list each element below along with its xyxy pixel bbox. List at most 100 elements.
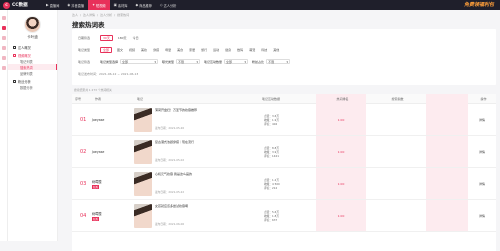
- filter-chip-30d[interactable]: 30天: [100, 35, 113, 41]
- select-note-type[interactable]: 笔记类型选择 全部 ▾: [100, 59, 159, 64]
- select-exposure[interactable]: 曝光类型 不限 ▾: [162, 59, 201, 64]
- row-index: 03: [80, 180, 87, 187]
- filter-chip[interactable]: 美食: [176, 48, 184, 53]
- user-icon[interactable]: [1, 36, 6, 40]
- filter-chip[interactable]: 数码: [236, 48, 244, 53]
- filter-chip-180d[interactable]: 180天: [117, 36, 128, 41]
- filter-chip[interactable]: 科技: [260, 48, 268, 53]
- select-box[interactable]: 不限 ▾: [176, 59, 201, 64]
- table-row[interactable]: 04 树莓酸 新秀 女孩就应该多尝试妆容啊 发布日期：2021-06-06 点赞：5…: [72, 200, 496, 232]
- detail-button[interactable]: 详情: [468, 214, 496, 218]
- select-interaction[interactable]: 笔记互动数量 全部 ▾: [204, 59, 249, 64]
- note-thumbnail[interactable]: [134, 139, 152, 164]
- filter-chip[interactable]: 萌宠: [248, 48, 256, 53]
- row-note[interactable]: 复古港式浓颜穿搭｜现在流行 发布日期：2021-05-02: [134, 139, 242, 164]
- diamond-icon: ◆: [135, 3, 139, 7]
- filter-label: 日期筛选: [78, 36, 91, 40]
- app-logo[interactable]: C CC数据: [0, 0, 42, 10]
- row-author[interactable]: 树莓酸 新秀: [92, 211, 134, 221]
- user-icon: [13, 45, 16, 49]
- topnav-material[interactable]: ▣ 素材库: [110, 0, 132, 10]
- detail-button[interactable]: 详情: [468, 182, 496, 186]
- header-search-index[interactable]: 搜索指数: [366, 97, 426, 101]
- table-row[interactable]: 02 Joeyase 复古港式浓颜穿搭｜现在流行 发布日期：2021-05-02 …: [72, 136, 496, 168]
- play-icon: ▶: [46, 3, 49, 7]
- filter-chip[interactable]: 其他: [272, 48, 280, 53]
- row-author[interactable]: Joeyase: [92, 118, 134, 122]
- stat-comments: 评论：212: [264, 185, 278, 190]
- author-name: Joeyase: [92, 149, 105, 154]
- icon-rail: [0, 10, 8, 241]
- breadcrumb-item[interactable]: 达人详情: [83, 13, 95, 17]
- filter-panel: 日期筛选 30天 180天 今日 笔记类型 全部 图文 视频 美妆 穿搭 母婴 …: [72, 29, 496, 85]
- sidebar-item-label: 视频概况: [18, 53, 31, 58]
- select-box[interactable]: 全部 ▾: [120, 59, 159, 64]
- select-box[interactable]: 不限 ▾: [266, 59, 291, 64]
- row-blank: [426, 168, 468, 199]
- list-icon[interactable]: [1, 46, 6, 50]
- row-note[interactable]: 女孩就应该多尝试妆容啊 发布日期：2021-06-06: [134, 203, 242, 228]
- author-tag: 新秀: [92, 184, 100, 189]
- row-index: 02: [80, 148, 87, 155]
- select-value: 全部: [122, 59, 129, 64]
- topnav-douyin[interactable]: ◉ 抖音直播: [63, 0, 88, 10]
- detail-button[interactable]: 详情: [468, 150, 496, 154]
- app-name: CC数据: [12, 3, 28, 8]
- detail-button[interactable]: 详情: [468, 118, 496, 122]
- author-name: 树莓酸: [92, 211, 102, 216]
- filter-chip[interactable]: 旅行: [200, 48, 208, 53]
- avatar[interactable]: [24, 16, 41, 33]
- table-row[interactable]: 03 树莓酸 新秀 心机元气妆容 我是这么画的 发布日期：2021-05-22 点赞…: [72, 168, 496, 200]
- table-row[interactable]: 01 Joeyase 薄荷开盘扫！万圣节的妆容推荐 发布日期：2021-05-26…: [72, 104, 496, 136]
- note-thumbnail[interactable]: [134, 107, 152, 132]
- sidebar-item-data[interactable]: 数据分析: [8, 84, 57, 90]
- row-index: 04: [80, 212, 87, 219]
- chevron-down-icon: ▾: [154, 59, 157, 64]
- sidebar-item-overview[interactable]: 达人概况: [8, 44, 57, 50]
- chevron-down-icon: ▾: [286, 59, 289, 64]
- row-note[interactable]: 心机元气妆容 我是这么画的 发布日期：2021-05-22: [134, 171, 242, 196]
- top-bar: C CC数据 ▶ 直播间 ◉ 抖音直播 ✦ 短视频 ▣ 素材库 ◆ 商品推荐 ◇ 达人分析 …: [0, 0, 500, 10]
- filter-chip[interactable]: 图文: [116, 48, 124, 53]
- row-stats: 点赞：8.8万 收藏：3.9万 评论：1421: [242, 146, 316, 158]
- row-note[interactable]: 薄荷开盘扫！万圣节的妆容推荐 发布日期：2021-05-26: [134, 107, 242, 132]
- row-author[interactable]: Joeyase: [92, 150, 134, 154]
- filter-chip[interactable]: 穿搭: [152, 48, 160, 53]
- filter-chip[interactable]: 健身: [224, 48, 232, 53]
- filter-chip[interactable]: 运动: [212, 48, 220, 53]
- row-stats: 点赞：3.6万 收藏：1.9万 评论：402: [242, 114, 316, 126]
- row-author[interactable]: 树莓酸 新秀: [92, 179, 134, 189]
- breadcrumb-item[interactable]: 达人: [72, 13, 78, 17]
- filter-chip[interactable]: 视频: [128, 48, 136, 53]
- video-icon: [13, 53, 16, 57]
- topnav-live[interactable]: ▶ 直播间: [42, 0, 63, 10]
- sidebar-item-brands[interactable]: 品牌列表: [8, 70, 57, 76]
- fans-icon: [13, 79, 16, 83]
- topnav-goods[interactable]: ◆ 商品推荐: [131, 0, 155, 10]
- select-fans[interactable]: 粉丝占比 不限 ▾: [252, 59, 291, 64]
- select-value: 全部: [226, 59, 233, 64]
- star-icon: ✦: [92, 3, 96, 7]
- breadcrumb-sep: /: [97, 13, 99, 17]
- note-thumbnail[interactable]: [134, 171, 152, 196]
- home-icon[interactable]: [1, 16, 6, 20]
- filter-chip[interactable]: 母婴: [164, 48, 172, 53]
- topnav-shortvideo[interactable]: ✦ 短视频: [88, 0, 110, 10]
- breadcrumb-item[interactable]: 达人分析: [100, 13, 112, 17]
- note-thumbnail[interactable]: [134, 203, 152, 228]
- select-box[interactable]: 全部 ▾: [224, 59, 249, 64]
- breadcrumb-sep: /: [80, 13, 82, 17]
- stat-comments: 评论：1421: [264, 153, 279, 158]
- chart-icon[interactable]: [1, 26, 6, 30]
- filter-chip[interactable]: 全部: [100, 47, 113, 53]
- note-title: 复古港式浓颜穿搭｜现在流行: [155, 139, 195, 144]
- header-rank[interactable]: 热词排名: [316, 93, 366, 104]
- filter-chip[interactable]: 家居: [188, 48, 196, 53]
- promo-banner[interactable]: 免费领福利包: [464, 1, 494, 8]
- filter-chip[interactable]: 美妆: [140, 48, 148, 53]
- header-author: 作者: [95, 96, 102, 101]
- filter-chip-today[interactable]: 今日: [132, 36, 140, 41]
- topnav-analysis[interactable]: ◇ 达人分析: [156, 0, 180, 10]
- tag-icon[interactable]: [1, 56, 6, 60]
- folder-icon[interactable]: [1, 66, 6, 70]
